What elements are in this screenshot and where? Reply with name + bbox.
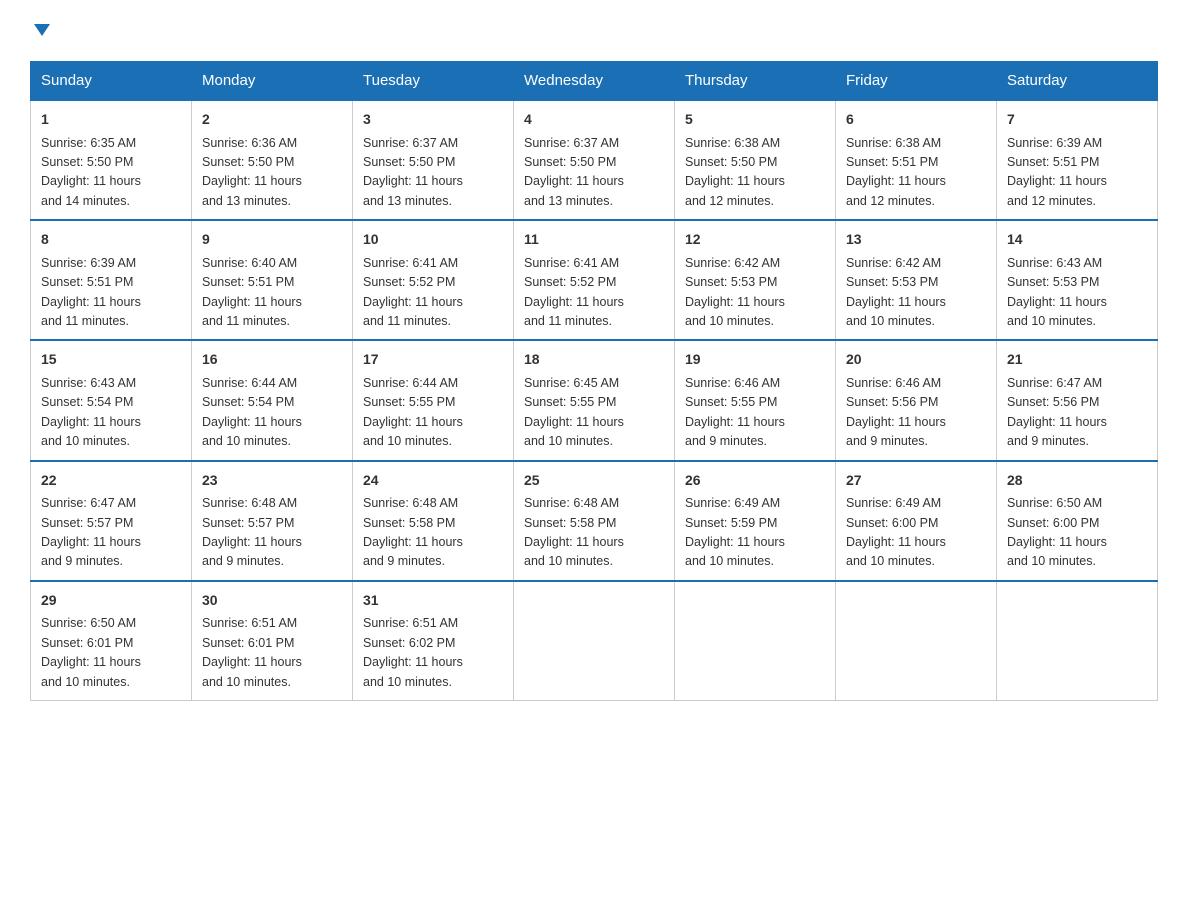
day-number: 14 (1007, 229, 1147, 251)
calendar-cell: 24Sunrise: 6:48 AMSunset: 5:58 PMDayligh… (353, 461, 514, 581)
day-number: 31 (363, 590, 503, 612)
day-number: 3 (363, 109, 503, 131)
day-number: 21 (1007, 349, 1147, 371)
calendar-day-header: Thursday (675, 62, 836, 101)
day-number: 28 (1007, 470, 1147, 492)
calendar-cell: 29Sunrise: 6:50 AMSunset: 6:01 PMDayligh… (31, 581, 192, 701)
day-number: 13 (846, 229, 986, 251)
calendar-header-row: SundayMondayTuesdayWednesdayThursdayFrid… (31, 62, 1158, 101)
calendar-week-row: 15Sunrise: 6:43 AMSunset: 5:54 PMDayligh… (31, 340, 1158, 460)
day-number: 25 (524, 470, 664, 492)
calendar-cell: 16Sunrise: 6:44 AMSunset: 5:54 PMDayligh… (192, 340, 353, 460)
day-number: 18 (524, 349, 664, 371)
day-number: 26 (685, 470, 825, 492)
calendar-cell: 10Sunrise: 6:41 AMSunset: 5:52 PMDayligh… (353, 220, 514, 340)
calendar-cell: 13Sunrise: 6:42 AMSunset: 5:53 PMDayligh… (836, 220, 997, 340)
calendar-week-row: 8Sunrise: 6:39 AMSunset: 5:51 PMDaylight… (31, 220, 1158, 340)
day-number: 17 (363, 349, 503, 371)
calendar-day-header: Wednesday (514, 62, 675, 101)
calendar-cell: 26Sunrise: 6:49 AMSunset: 5:59 PMDayligh… (675, 461, 836, 581)
calendar-cell: 1Sunrise: 6:35 AMSunset: 5:50 PMDaylight… (31, 100, 192, 220)
calendar-cell (997, 581, 1158, 701)
calendar-cell: 23Sunrise: 6:48 AMSunset: 5:57 PMDayligh… (192, 461, 353, 581)
calendar-cell: 28Sunrise: 6:50 AMSunset: 6:00 PMDayligh… (997, 461, 1158, 581)
day-number: 16 (202, 349, 342, 371)
calendar-day-header: Saturday (997, 62, 1158, 101)
logo-arrow-icon (32, 20, 52, 45)
calendar-day-header: Sunday (31, 62, 192, 101)
calendar-cell: 11Sunrise: 6:41 AMSunset: 5:52 PMDayligh… (514, 220, 675, 340)
day-number: 10 (363, 229, 503, 251)
day-number: 1 (41, 109, 181, 131)
day-number: 4 (524, 109, 664, 131)
calendar-cell (514, 581, 675, 701)
day-number: 23 (202, 470, 342, 492)
calendar-cell: 7Sunrise: 6:39 AMSunset: 5:51 PMDaylight… (997, 100, 1158, 220)
day-number: 8 (41, 229, 181, 251)
day-number: 20 (846, 349, 986, 371)
day-number: 19 (685, 349, 825, 371)
calendar-cell: 9Sunrise: 6:40 AMSunset: 5:51 PMDaylight… (192, 220, 353, 340)
day-number: 6 (846, 109, 986, 131)
calendar-cell: 15Sunrise: 6:43 AMSunset: 5:54 PMDayligh… (31, 340, 192, 460)
page-header (30, 20, 1158, 45)
calendar-cell: 25Sunrise: 6:48 AMSunset: 5:58 PMDayligh… (514, 461, 675, 581)
calendar-cell: 27Sunrise: 6:49 AMSunset: 6:00 PMDayligh… (836, 461, 997, 581)
calendar-cell: 31Sunrise: 6:51 AMSunset: 6:02 PMDayligh… (353, 581, 514, 701)
calendar-cell (836, 581, 997, 701)
calendar-week-row: 22Sunrise: 6:47 AMSunset: 5:57 PMDayligh… (31, 461, 1158, 581)
calendar-cell: 12Sunrise: 6:42 AMSunset: 5:53 PMDayligh… (675, 220, 836, 340)
logo (30, 20, 52, 45)
calendar-cell: 21Sunrise: 6:47 AMSunset: 5:56 PMDayligh… (997, 340, 1158, 460)
day-number: 9 (202, 229, 342, 251)
calendar-cell: 20Sunrise: 6:46 AMSunset: 5:56 PMDayligh… (836, 340, 997, 460)
calendar-day-header: Monday (192, 62, 353, 101)
day-number: 30 (202, 590, 342, 612)
day-number: 2 (202, 109, 342, 131)
calendar-cell: 14Sunrise: 6:43 AMSunset: 5:53 PMDayligh… (997, 220, 1158, 340)
calendar-cell: 4Sunrise: 6:37 AMSunset: 5:50 PMDaylight… (514, 100, 675, 220)
calendar-cell: 5Sunrise: 6:38 AMSunset: 5:50 PMDaylight… (675, 100, 836, 220)
calendar-cell: 3Sunrise: 6:37 AMSunset: 5:50 PMDaylight… (353, 100, 514, 220)
day-number: 5 (685, 109, 825, 131)
day-number: 7 (1007, 109, 1147, 131)
calendar-cell: 19Sunrise: 6:46 AMSunset: 5:55 PMDayligh… (675, 340, 836, 460)
day-number: 22 (41, 470, 181, 492)
day-number: 15 (41, 349, 181, 371)
calendar-cell (675, 581, 836, 701)
calendar-day-header: Friday (836, 62, 997, 101)
day-number: 11 (524, 229, 664, 251)
calendar-day-header: Tuesday (353, 62, 514, 101)
calendar-cell: 2Sunrise: 6:36 AMSunset: 5:50 PMDaylight… (192, 100, 353, 220)
calendar-cell: 6Sunrise: 6:38 AMSunset: 5:51 PMDaylight… (836, 100, 997, 220)
day-number: 29 (41, 590, 181, 612)
calendar-cell: 18Sunrise: 6:45 AMSunset: 5:55 PMDayligh… (514, 340, 675, 460)
calendar-cell: 22Sunrise: 6:47 AMSunset: 5:57 PMDayligh… (31, 461, 192, 581)
day-number: 12 (685, 229, 825, 251)
calendar-week-row: 29Sunrise: 6:50 AMSunset: 6:01 PMDayligh… (31, 581, 1158, 701)
day-number: 27 (846, 470, 986, 492)
calendar-table: SundayMondayTuesdayWednesdayThursdayFrid… (30, 61, 1158, 701)
day-number: 24 (363, 470, 503, 492)
calendar-cell: 30Sunrise: 6:51 AMSunset: 6:01 PMDayligh… (192, 581, 353, 701)
calendar-week-row: 1Sunrise: 6:35 AMSunset: 5:50 PMDaylight… (31, 100, 1158, 220)
calendar-cell: 17Sunrise: 6:44 AMSunset: 5:55 PMDayligh… (353, 340, 514, 460)
calendar-cell: 8Sunrise: 6:39 AMSunset: 5:51 PMDaylight… (31, 220, 192, 340)
